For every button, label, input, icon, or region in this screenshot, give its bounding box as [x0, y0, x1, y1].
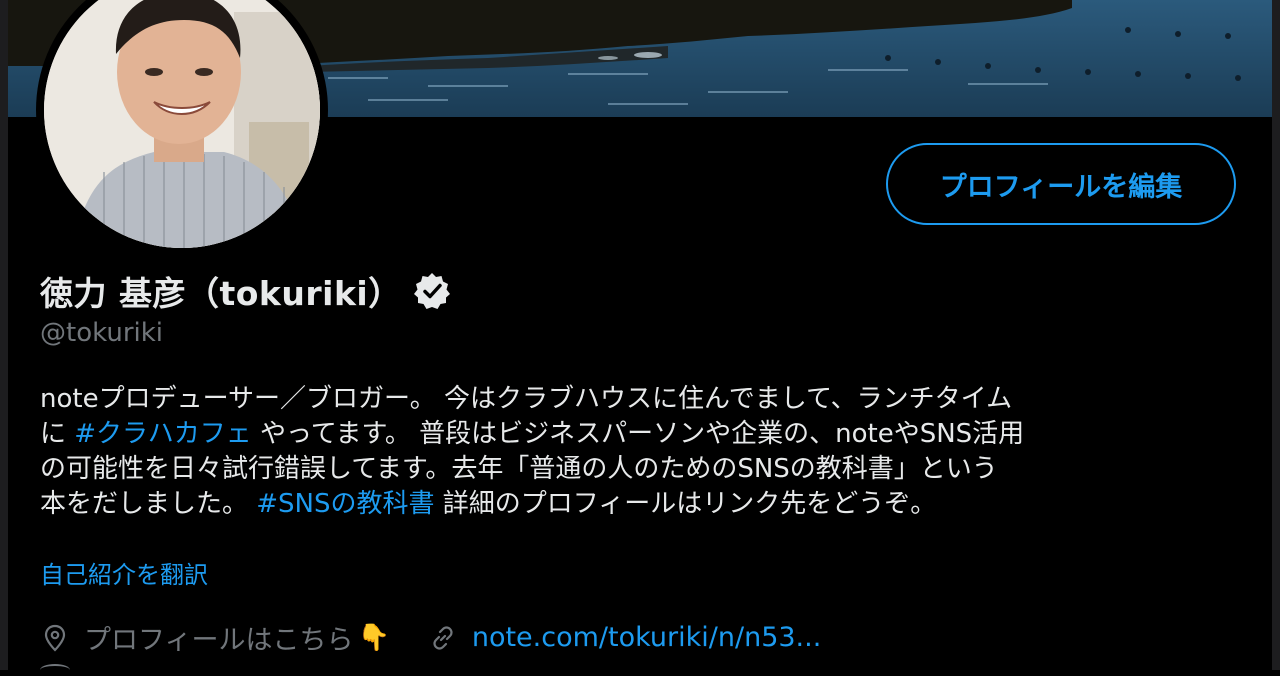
profile-page: プロフィールを編集 徳力 基彦（tokuriki） @tokuriki note…	[0, 0, 1280, 670]
bio-line: に #クラハカフェ やってます。 普段はビジネスパーソンや企業の、noteやSN…	[40, 417, 1240, 452]
edit-profile-button[interactable]: プロフィールを編集	[886, 143, 1236, 225]
bio-line: の可能性を日々試行錯誤してます。去年「普通の人のためのSNSの教科書」という	[40, 452, 1240, 487]
display-name: 徳力 基彦（tokuriki）	[40, 274, 402, 313]
hashtag-link[interactable]: #SNSの教科書	[256, 489, 434, 519]
user-handle: @tokuriki	[40, 318, 164, 348]
hashtag-link[interactable]: #クラハカフェ	[74, 419, 252, 449]
bio-line: noteプロデューサー／ブロガー。 今はクラブハウスに住んでまして、ランチタイム	[40, 382, 1240, 417]
website-link[interactable]: note.com/tokuriki/n/n53...	[472, 622, 821, 653]
bio-text: に	[40, 419, 75, 449]
pointing-down-emoji: 👇	[357, 622, 390, 653]
name-row: 徳力 基彦（tokuriki）	[40, 268, 452, 314]
window-edge-left	[0, 0, 8, 670]
profile-location: プロフィールはこちら 👇	[40, 618, 390, 657]
translate-bio-link[interactable]: 自己紹介を翻訳	[40, 555, 208, 590]
edit-profile-label: プロフィールを編集	[939, 171, 1183, 203]
profile-bio: noteプロデューサー／ブロガー。 今はクラブハウスに住んでまして、ランチタイム…	[40, 382, 1240, 522]
verified-badge-icon[interactable]	[412, 271, 452, 311]
bio-text: 本をだしました。	[40, 489, 257, 519]
location-text: プロフィールはこちら	[84, 625, 354, 656]
bio-text: 詳細のプロフィールはリンク先をどうぞ。	[434, 489, 937, 519]
bio-line: 本をだしました。 #SNSの教科書 詳細のプロフィールはリンク先をどうぞ。	[40, 487, 1240, 522]
bio-text: やってます。 普段はビジネスパーソンや企業の、noteやSNS活用	[251, 419, 1025, 449]
window-edge-right	[1272, 0, 1280, 670]
location-pin-icon	[44, 624, 66, 652]
bio-text: の可能性を日々試行錯誤してます。去年「普通の人のためのSNSの教科書」という	[40, 454, 998, 484]
profile-avatar[interactable]	[36, 0, 328, 256]
next-meta-row-partial	[40, 664, 70, 676]
profile-meta-row: プロフィールはこちら 👇 note.com/tokuriki/n/n53...	[40, 618, 821, 657]
bio-text: noteプロデューサー／ブロガー。 今はクラブハウスに住んでまして、ランチタイム	[40, 384, 1013, 414]
profile-website: note.com/tokuriki/n/n53...	[428, 622, 821, 653]
link-icon	[433, 625, 453, 650]
